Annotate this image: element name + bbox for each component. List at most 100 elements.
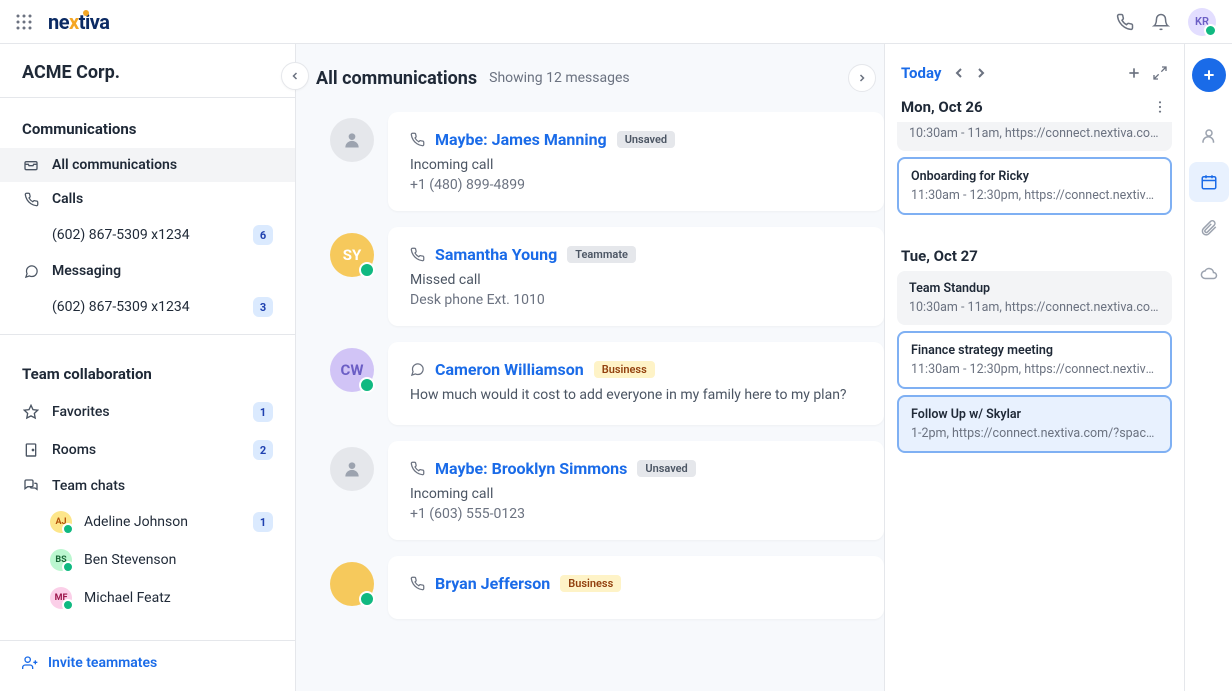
nav-rooms[interactable]: Rooms 2: [0, 431, 295, 469]
contact-tag: Business: [560, 575, 621, 592]
message-summary: Incoming call: [410, 486, 862, 502]
message-detail: Desk phone Ext. 1010: [410, 292, 862, 308]
nav-team-chats[interactable]: Team chats: [0, 469, 295, 503]
expand-feed-button[interactable]: [848, 64, 876, 92]
calendar-event[interactable]: Finance strategy meeting11:30am - 12:30p…: [897, 331, 1172, 389]
message-card[interactable]: Cameron WilliamsonBusinessHow much would…: [388, 342, 884, 425]
chat-name: Adeline Johnson: [84, 514, 241, 530]
phone-icon: [410, 461, 425, 476]
badge: 1: [253, 512, 273, 532]
message-avatar: [330, 118, 374, 162]
message-row[interactable]: Bryan Jefferson Business: [330, 556, 884, 619]
next-day-button[interactable]: [973, 65, 989, 81]
avatar: AJ: [50, 511, 72, 533]
nextiva-logo[interactable]: nextiva: [42, 10, 109, 34]
nav-messaging-number[interactable]: (602) 867-5309 x1234 3: [0, 288, 295, 326]
chat-item[interactable]: AJ Adeline Johnson 1: [0, 503, 295, 541]
badge: 1: [253, 402, 273, 422]
top-bar: nextiva KR: [0, 0, 1232, 44]
today-link[interactable]: Today: [901, 64, 941, 82]
contact-name[interactable]: Cameron Williamson: [435, 360, 584, 379]
nav-label: Favorites: [52, 404, 241, 420]
calendar-day-label: Mon, Oct 26: [901, 98, 1168, 116]
calendar-event[interactable]: Follow Up w/ Skylar1-2pm, https://connec…: [897, 395, 1172, 453]
avatar: BS: [50, 549, 72, 571]
sidebar: ACME Corp. Communications All communicat…: [0, 44, 296, 691]
app-grid-icon[interactable]: [16, 14, 32, 30]
message-summary: Incoming call: [410, 157, 862, 173]
avatar: MF: [50, 587, 72, 609]
bell-icon[interactable]: [1152, 13, 1170, 31]
nav-label: All communications: [52, 157, 273, 173]
chat-icon: [22, 264, 40, 279]
calendar-panel: Today Mon, Oct 26 Team Standup 10:30am - 1…: [884, 44, 1184, 691]
phone-number: (602) 867-5309 x1234: [52, 227, 241, 243]
message-row[interactable]: Maybe: James Manning Unsaved Incoming call…: [330, 112, 884, 211]
chat-item[interactable]: MF Michael Featz: [0, 579, 295, 617]
section-communications: Communications: [0, 98, 295, 148]
org-title: ACME Corp.: [0, 44, 295, 98]
event-meta: 10:30am - 11am, https://connect.nextiva.…: [909, 126, 1160, 141]
event-title: Team Standup: [909, 281, 1160, 296]
message-avatar: [330, 562, 374, 606]
contact-tag: Unsaved: [617, 131, 675, 148]
message-row[interactable]: Maybe: Brooklyn Simmons Unsaved Incoming c…: [330, 441, 884, 540]
message-card[interactable]: Maybe: James Manning Unsaved Incoming call…: [388, 112, 884, 211]
chat-name: Ben Stevenson: [84, 552, 273, 568]
chat-name: Michael Featz: [84, 590, 273, 606]
calendar-event[interactable]: Onboarding for Ricky11:30am - 12:30pm, h…: [897, 157, 1172, 215]
expand-calendar-button[interactable]: [1152, 65, 1168, 81]
collapse-sidebar-button[interactable]: [281, 62, 309, 90]
rail-calendar[interactable]: [1189, 162, 1229, 202]
kebab-icon[interactable]: [1152, 99, 1168, 115]
invite-teammates-link[interactable]: Invite teammates: [22, 655, 273, 671]
rail-attachments[interactable]: [1189, 208, 1229, 248]
star-icon: [22, 404, 40, 420]
contact-name[interactable]: Maybe: Brooklyn Simmons: [435, 459, 627, 478]
feed: All communications Showing 12 messages M…: [296, 44, 884, 691]
message-card[interactable]: Maybe: Brooklyn Simmons Unsaved Incoming c…: [388, 441, 884, 540]
user-avatar[interactable]: KR: [1188, 8, 1216, 36]
invite-label: Invite teammates: [48, 655, 157, 671]
contact-name[interactable]: Maybe: James Manning: [435, 130, 607, 149]
message-card[interactable]: Bryan Jefferson Business: [388, 556, 884, 619]
chats-icon: [22, 478, 40, 494]
contact-tag: Unsaved: [637, 460, 695, 477]
nav-label: Team chats: [52, 478, 273, 494]
event-title: Onboarding for Ricky: [911, 169, 1158, 184]
feed-subtitle: Showing 12 messages: [489, 70, 630, 86]
nav-label: Messaging: [52, 263, 273, 279]
contact-tag: Business: [594, 361, 655, 378]
badge: 2: [253, 440, 273, 460]
nav-all-communications[interactable]: All communications: [0, 148, 295, 182]
door-icon: [22, 442, 40, 458]
prev-day-button[interactable]: [951, 65, 967, 81]
phone-number: (602) 867-5309 x1234: [52, 299, 241, 315]
chat-icon: [410, 362, 425, 377]
phone-icon: [22, 192, 40, 207]
nav-messaging[interactable]: Messaging: [0, 254, 295, 288]
calendar-event[interactable]: Team Standup10:30am - 11am, https://conn…: [897, 122, 1172, 151]
calendar-event[interactable]: Team Standup 10:30am - 11am, https://conn…: [897, 271, 1172, 325]
section-team: Team collaboration: [0, 343, 295, 393]
rail-contacts[interactable]: [1189, 116, 1229, 156]
chat-item[interactable]: BS Ben Stevenson: [0, 541, 295, 579]
phone-icon: [410, 576, 425, 591]
nav-calls[interactable]: Calls: [0, 182, 295, 216]
nav-calls-number[interactable]: (602) 867-5309 x1234 6: [0, 216, 295, 254]
add-event-button[interactable]: [1126, 65, 1142, 81]
contact-name[interactable]: Bryan Jefferson: [435, 574, 550, 593]
nav-favorites[interactable]: Favorites 1: [0, 393, 295, 431]
nav-label: Rooms: [52, 442, 241, 458]
right-rail: [1184, 44, 1232, 691]
dial-icon[interactable]: [1116, 13, 1134, 31]
event-meta: 10:30am - 11am, https://connect.nextiva.…: [909, 300, 1160, 315]
message-avatar: [330, 447, 374, 491]
badge: 3: [253, 297, 273, 317]
rail-cloud[interactable]: [1189, 254, 1229, 294]
compose-fab[interactable]: [1192, 58, 1226, 92]
message-row[interactable]: CWCameron WilliamsonBusinessHow much wou…: [330, 342, 884, 425]
message-card[interactable]: Samantha YoungTeammateMissed callDesk ph…: [388, 227, 884, 326]
message-row[interactable]: SYSamantha YoungTeammateMissed callDesk …: [330, 227, 884, 326]
contact-name[interactable]: Samantha Young: [435, 245, 557, 264]
